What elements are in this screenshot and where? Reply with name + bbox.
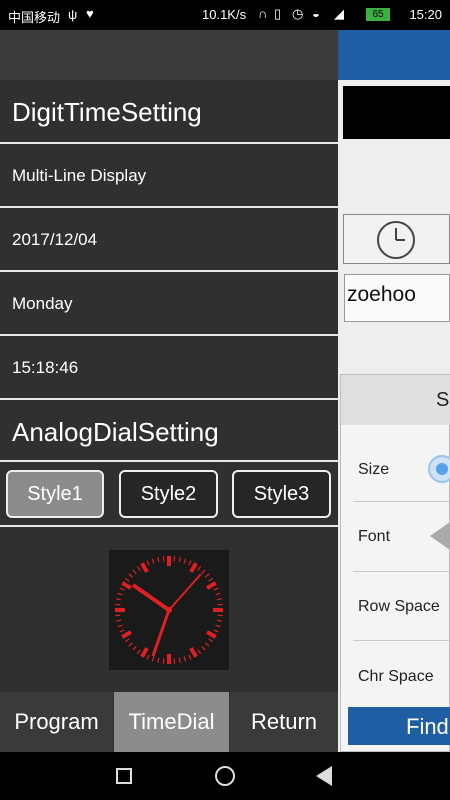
- chr-space-label: Chr Space: [358, 668, 434, 685]
- settings-card-title: S: [436, 389, 450, 411]
- multi-line-label: Multi-Line Display: [12, 166, 147, 185]
- tab-program[interactable]: Program: [0, 692, 113, 752]
- digit-time-header: DigitTimeSetting: [0, 80, 338, 142]
- tab-timedial[interactable]: TimeDial: [114, 692, 229, 752]
- system-nav-bar: [0, 752, 450, 800]
- recents-icon[interactable]: [116, 768, 132, 784]
- weekday-label: Monday: [12, 294, 73, 313]
- time-item[interactable]: 15:18:46: [0, 334, 338, 398]
- clock-minute-tick: [217, 603, 223, 606]
- font-prev-arrow-icon[interactable]: [430, 522, 450, 550]
- find-button-label: Find: [406, 714, 449, 739]
- date-label: 2017/12/04: [12, 230, 98, 249]
- back-icon[interactable]: [316, 766, 332, 786]
- clock-minute-tick: [115, 603, 121, 606]
- multi-line-display-item[interactable]: Multi-Line Display: [0, 142, 338, 206]
- size-label: Size: [358, 461, 390, 478]
- clock-minute-tick: [162, 556, 165, 562]
- usb-icon: ψ: [68, 7, 78, 22]
- font-label: Font: [358, 528, 391, 545]
- divider: [353, 501, 450, 502]
- analog-clock-icon: [109, 550, 229, 670]
- signal-icon: ◢: [334, 6, 344, 21]
- clock-minute-tick: [173, 658, 176, 664]
- size-slider-handle[interactable]: [428, 455, 450, 483]
- divider: [353, 640, 450, 641]
- clock-minute-tick: [173, 556, 176, 562]
- clock-minute-tick: [162, 658, 165, 664]
- settings-card-header: S: [341, 375, 450, 425]
- net-speed: 10.1K/s: [202, 7, 247, 22]
- date-item[interactable]: 2017/12/04: [0, 206, 338, 270]
- divider: [353, 571, 450, 572]
- bottom-tab-bar: Program TimeDial Return: [0, 692, 338, 752]
- weekday-item[interactable]: Monday: [0, 270, 338, 334]
- analog-dial-header: AnalogDialSetting: [0, 398, 338, 460]
- battery-icon: 65: [366, 8, 390, 21]
- analog-clock-preview-area: [0, 525, 338, 692]
- clock-icon: [377, 221, 415, 259]
- analog-dial-title: AnalogDialSetting: [12, 417, 219, 447]
- carrier-label: 中国移动: [8, 10, 61, 25]
- home-icon[interactable]: [215, 766, 235, 786]
- clock-button[interactable]: [343, 214, 450, 264]
- clock-minute-tick: [217, 614, 223, 617]
- time-label: 15:18:46: [12, 358, 79, 377]
- row-space-label: Row Space: [358, 598, 440, 615]
- headphone-icon: ∩: [258, 6, 268, 21]
- alarm-icon: ◷: [292, 6, 304, 21]
- heart-icon: ♥: [86, 6, 94, 21]
- find-button[interactable]: Find: [348, 707, 450, 745]
- style2-button[interactable]: Style2: [119, 470, 218, 518]
- clock-time: 15:20: [409, 7, 442, 22]
- display-preview: [343, 86, 450, 139]
- clock-minute-tick: [115, 614, 121, 617]
- text-input[interactable]: zoehoo: [344, 274, 450, 322]
- style-selector: Style1 Style2 Style3: [0, 460, 338, 527]
- style3-button[interactable]: Style3: [232, 470, 331, 518]
- wifi-icon: ◒: [312, 6, 320, 21]
- settings-card: [340, 374, 450, 752]
- main-title-bar: [338, 30, 450, 80]
- tab-return[interactable]: Return: [230, 692, 338, 752]
- vibrate-icon: ▯: [274, 6, 282, 21]
- status-bar: 中国移动 ψ ♥ 10.1K/s ∩ ▯ ◷ ◒ ◢ 65 15:20: [0, 0, 450, 30]
- drawer-top-bar: [0, 30, 338, 80]
- digit-time-title: DigitTimeSetting: [12, 97, 202, 127]
- style1-button[interactable]: Style1: [6, 470, 104, 518]
